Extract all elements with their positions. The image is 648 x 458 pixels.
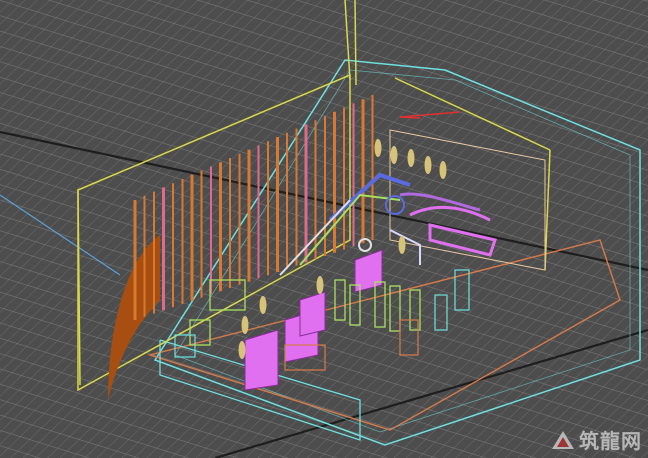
figure-sculpture bbox=[374, 139, 382, 157]
figure-sculpture bbox=[390, 146, 398, 164]
figure-sculpture bbox=[407, 149, 415, 167]
figure-sculpture bbox=[241, 316, 249, 334]
zhulong-logo-icon bbox=[552, 430, 574, 449]
figure-sculpture bbox=[316, 276, 324, 294]
figure-sculpture bbox=[398, 236, 406, 254]
watermark-text: 筑龍网 bbox=[579, 429, 642, 453]
figure-sculpture bbox=[424, 156, 432, 174]
figure-sculpture bbox=[439, 161, 447, 179]
wireframe-scene bbox=[0, 0, 648, 458]
figure-sculpture bbox=[259, 296, 267, 314]
cad-viewport[interactable]: 筑龍网 bbox=[0, 0, 648, 458]
figure-sculpture bbox=[238, 341, 246, 359]
watermark: 筑龍网 bbox=[551, 425, 642, 454]
